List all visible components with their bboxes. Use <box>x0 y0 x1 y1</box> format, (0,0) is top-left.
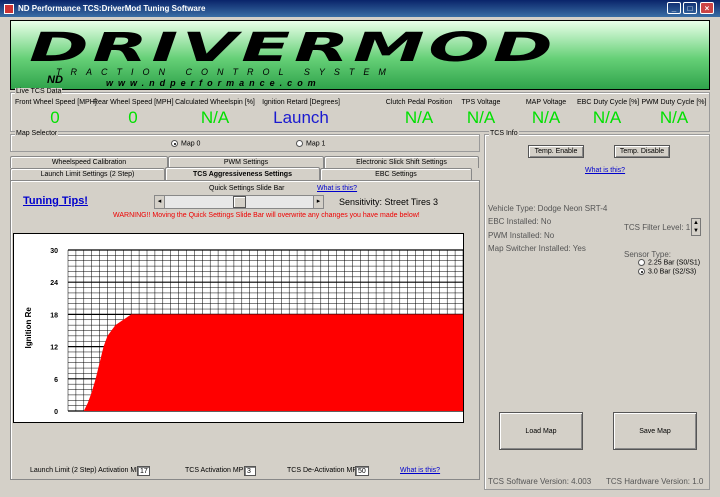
slider-right-arrow-icon[interactable]: ▸ <box>313 196 323 208</box>
window-title: ND Performance TCS:DriverMod Tuning Soft… <box>18 4 206 13</box>
load-map-button[interactable]: Load Map <box>499 412 583 450</box>
tuning-tips-link[interactable]: Tuning Tips! <box>23 195 88 207</box>
pwm-duty-value: N/A <box>659 108 689 127</box>
tcs-info-what-is-this-link[interactable]: What is this? <box>585 167 625 174</box>
tps-voltage-label: TPS Voltage <box>461 99 501 106</box>
tab-launch-limit-settings[interactable]: Launch Limit Settings (2 Step) <box>10 168 165 180</box>
tps-voltage-value: N/A <box>466 108 496 127</box>
wheelspin-label: Calculated Wheelspin [%] <box>175 99 255 106</box>
map-voltage-label: MAP Voltage <box>525 99 567 106</box>
logo-subtitle: TRACTION CONTROL SYSTEM <box>56 67 395 77</box>
launch-limit-input[interactable]: 17 <box>137 466 150 476</box>
clutch-pedal-value: N/A <box>404 108 434 127</box>
map-voltage-value: N/A <box>531 108 561 127</box>
tcs-activation-input[interactable]: 3 <box>244 466 256 476</box>
y-tick-label: 24 <box>50 280 58 287</box>
map-1-radio-icon <box>296 140 303 147</box>
slider-left-arrow-icon[interactable]: ◂ <box>155 196 165 208</box>
quick-settings-slider[interactable]: ◂ ▸ <box>154 195 324 209</box>
tcs-aggressiveness-panel: Tuning Tips! Quick Settings Slide Bar Wh… <box>10 180 480 480</box>
drivermod-banner: DRIVERMOD TRACTION CONTROL SYSTEM ND www… <box>10 20 710 90</box>
map-0-radio[interactable]: Map 0 <box>171 140 200 147</box>
logo-nd: ND <box>47 74 63 86</box>
sensor-type-label: Sensor Type: <box>624 250 671 259</box>
ebc-duty-label: EBC Duty Cycle [%] <box>577 99 640 106</box>
save-map-button[interactable]: Save Map <box>613 412 697 450</box>
tab-ebc-settings[interactable]: EBC Settings <box>320 168 472 180</box>
y-tick-label: 0 <box>54 409 58 416</box>
filter-level: TCS Filter Level: 1 <box>624 223 691 232</box>
close-button[interactable]: × <box>700 2 714 14</box>
logo-text: DRIVERMOD <box>29 25 557 71</box>
hardware-version: TCS Hardware Version: 1.0 <box>606 477 704 486</box>
slider-label: Quick Settings Slide Bar <box>209 185 285 192</box>
ebc-installed: EBC Installed: No <box>488 217 552 226</box>
map-switcher-installed: Map Switcher Installed: Yes <box>488 244 586 253</box>
bottom-what-is-this-link[interactable]: What is this? <box>400 467 440 474</box>
tab-tcs-aggressiveness[interactable]: TCS Aggressiveness Settings <box>165 167 320 180</box>
temp-disable-button[interactable]: Temp. Disable <box>614 145 670 158</box>
ignition-retard-label: Ignition Retard [Degrees] <box>262 99 340 106</box>
filter-level-spinner[interactable]: ▲ ▼ <box>691 218 701 236</box>
y-tick-label: 6 <box>54 377 58 384</box>
y-tick-label: 18 <box>50 312 58 319</box>
pwm-duty-label: PWM Duty Cycle [%] <box>641 99 707 106</box>
sensor-225-radio-icon <box>638 259 645 266</box>
sensor-30-radio-icon <box>638 268 645 275</box>
logo-url: www.ndperformance.com <box>106 78 321 88</box>
launch-limit-label: Launch Limit (2 Step) Activation MPH: <box>30 467 148 474</box>
pwm-installed: PWM Installed: No <box>488 231 555 240</box>
map-selector-title: Map Selector <box>15 130 59 137</box>
rear-wheel-speed-label: Rear Wheel Speed [MPH] <box>93 99 174 106</box>
live-data-title: Live TCS Data <box>15 88 63 95</box>
tcs-info-title: TCS Info <box>489 130 519 137</box>
y-tick-label: 30 <box>50 248 58 255</box>
warning-text: WARNING!! Moving the Quick Settings Slid… <box>113 212 420 219</box>
temp-enable-button[interactable]: Temp. Enable <box>528 145 584 158</box>
slider-what-is-this-link[interactable]: What is this? <box>317 185 357 192</box>
sensor-225-radio[interactable]: 2.25 Bar (S0/S1) <box>638 259 700 266</box>
ebc-duty-value: N/A <box>592 108 622 127</box>
y-tick-label: 12 <box>50 345 58 352</box>
live-tcs-data-group: Live TCS Data Front Wheel Speed [MPH] 0 … <box>10 88 710 132</box>
title-bar: ND Performance TCS:DriverMod Tuning Soft… <box>0 0 720 17</box>
front-wheel-speed-value: 0 <box>50 108 60 127</box>
map-selector-group: Map Selector Map 0 Map 1 <box>10 130 480 152</box>
maximize-button[interactable]: □ <box>683 2 697 14</box>
app-icon <box>4 3 14 14</box>
chart-y-label: Ignition Re <box>24 307 33 349</box>
tcs-deactivation-input[interactable]: 50 <box>355 466 369 476</box>
rear-wheel-speed-value: 0 <box>128 108 138 127</box>
software-version: TCS Software Version: 4.003 <box>488 477 592 486</box>
tab-wheelspeed-calibration[interactable]: Wheelspeed Calibration <box>10 156 168 168</box>
clutch-pedal-label: Clutch Pedal Position <box>385 99 453 106</box>
vehicle-type: Vehicle Type: Dodge Neon SRT-4 <box>488 204 608 213</box>
map-1-radio[interactable]: Map 1 <box>296 140 325 147</box>
ignition-retard-chart[interactable]: 0 6 12 18 24 30 Ignition Re <box>13 233 464 423</box>
map-0-radio-icon <box>171 140 178 147</box>
wheelspin-value: N/A <box>200 108 230 127</box>
tcs-info-group: TCS Info Temp. Enable Temp. Disable What… <box>484 130 710 490</box>
tab-slick-shift-settings[interactable]: Electronic Slick Shift Settings <box>324 156 479 168</box>
sensor-30-radio[interactable]: 3.0 Bar (S2/S3) <box>638 268 696 275</box>
minimize-button[interactable]: _ <box>667 2 681 14</box>
chart-area-fill <box>68 314 463 411</box>
sensitivity-value: Sensitivity: Street Tires 3 <box>339 197 439 207</box>
slider-thumb[interactable] <box>232 196 246 208</box>
tcs-deactivation-label: TCS De-Activation MPH: <box>287 467 365 474</box>
ignition-retard-value: Launch <box>273 108 329 127</box>
tcs-activation-label: TCS Activation MPH: <box>185 467 251 474</box>
front-wheel-speed-label: Front Wheel Speed [MPH] <box>15 99 97 106</box>
